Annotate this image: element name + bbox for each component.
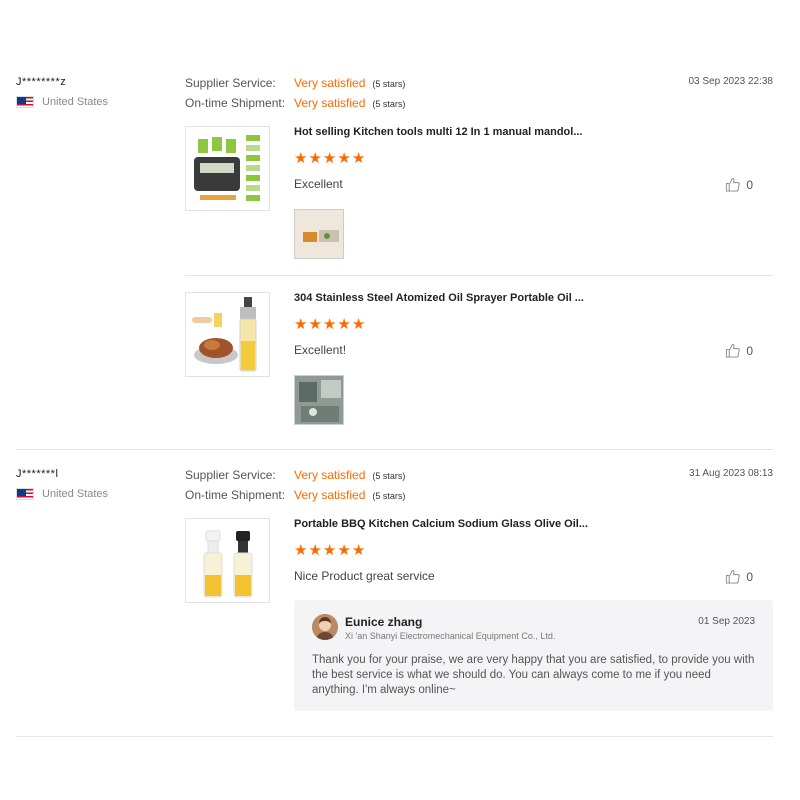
supplier-service-stars: (5 stars) [372, 79, 406, 89]
country-label: United States [42, 488, 109, 500]
buyer-country: United States [16, 96, 108, 108]
star-icon: ★ [308, 150, 322, 167]
review-photo[interactable] [294, 209, 344, 259]
star-icon: ★ [294, 316, 308, 333]
star-icon: ★ [308, 316, 322, 333]
star-icon: ★ [337, 150, 351, 167]
product-divider [185, 275, 773, 276]
supplier-service-value: Very satisfied [294, 468, 366, 482]
reply-company: Xi 'an Shanyi Electromechanical Equipmen… [345, 631, 556, 641]
review-card: J*******l United States Supplier Service… [16, 450, 773, 737]
product-rating: ★ ★ ★ ★ ★ [294, 151, 365, 166]
buyer-name: J********z [16, 76, 67, 88]
shipment-value: Very satisfied [294, 488, 366, 502]
review-date: 31 Aug 2023 08:13 [689, 468, 773, 479]
shipment-label: On-time Shipment: [185, 488, 286, 502]
supplier-service-label: Supplier Service: [185, 468, 276, 482]
product-rating: ★ ★ ★ ★ ★ [294, 317, 365, 332]
buyer-name: J*******l [16, 468, 59, 480]
reply-text: Thank you for your praise, we are very h… [312, 654, 755, 696]
us-flag-icon [16, 96, 34, 108]
shipment-value: Very satisfied [294, 96, 366, 110]
star-icon: ★ [322, 542, 337, 559]
country-label: United States [42, 96, 109, 108]
thumbs-up-icon [726, 343, 741, 358]
product-title[interactable]: Hot selling Kitchen tools multi 12 In 1 … [294, 126, 582, 138]
buyer-country: United States [16, 488, 108, 500]
supplier-service-value: Very satisfied [294, 76, 366, 90]
review-comment: Excellent! [294, 343, 347, 357]
thumbs-up-icon [726, 569, 741, 584]
thumbs-up-icon [726, 177, 741, 192]
review-photo[interactable] [294, 375, 344, 425]
star-icon: ★ [294, 542, 308, 559]
like-button[interactable]: 0 [725, 177, 753, 192]
review-card: J********z United States Supplier Servic… [16, 0, 773, 450]
star-icon: ★ [294, 150, 308, 167]
product-thumbnail[interactable] [185, 518, 270, 603]
star-icon: ★ [351, 316, 366, 333]
star-icon: ★ [337, 316, 351, 333]
product-title[interactable]: Portable BBQ Kitchen Calcium Sodium Glas… [294, 518, 588, 530]
shipment-label: On-time Shipment: [185, 96, 286, 110]
star-icon: ★ [308, 542, 322, 559]
product-title[interactable]: 304 Stainless Steel Atomized Oil Sprayer… [294, 292, 584, 304]
supplier-service-row: Supplier Service: Very satisfied (5 star… [185, 468, 405, 482]
shipment-row: On-time Shipment: Very satisfied (5 star… [185, 488, 405, 502]
reviewed-product: 304 Stainless Steel Atomized Oil Sprayer… [185, 292, 773, 427]
like-button[interactable]: 0 [725, 343, 753, 358]
supplier-service-label: Supplier Service: [185, 76, 276, 90]
supplier-service-row: Supplier Service: Very satisfied (5 star… [185, 76, 405, 90]
star-icon: ★ [351, 150, 366, 167]
product-rating: ★ ★ ★ ★ ★ [294, 543, 365, 558]
product-thumbnail[interactable] [185, 126, 270, 211]
review-comment: Excellent [294, 177, 343, 191]
reply-date: 01 Sep 2023 [698, 616, 755, 627]
star-icon: ★ [337, 542, 351, 559]
reviewed-product: Portable BBQ Kitchen Calcium Sodium Glas… [185, 518, 773, 603]
like-button[interactable]: 0 [725, 569, 753, 584]
star-icon: ★ [322, 316, 337, 333]
us-flag-icon [16, 488, 34, 500]
shipment-row: On-time Shipment: Very satisfied (5 star… [185, 96, 405, 110]
product-thumbnail[interactable] [185, 292, 270, 377]
reply-author-name: Eunice zhang [345, 615, 423, 629]
avatar [312, 614, 338, 640]
review-date: 03 Sep 2023 22:38 [688, 76, 773, 87]
like-count: 0 [746, 569, 753, 584]
star-icon: ★ [351, 542, 366, 559]
supplier-service-stars: (5 stars) [372, 471, 406, 481]
review-comment: Nice Product great service [294, 569, 435, 583]
supplier-reply: Eunice zhang Xi 'an Shanyi Electromechan… [294, 600, 773, 711]
like-count: 0 [746, 343, 753, 358]
star-icon: ★ [322, 150, 337, 167]
shipment-stars: (5 stars) [372, 99, 406, 109]
like-count: 0 [746, 177, 753, 192]
shipment-stars: (5 stars) [372, 491, 406, 501]
reviewed-product: Hot selling Kitchen tools multi 12 In 1 … [185, 126, 773, 261]
